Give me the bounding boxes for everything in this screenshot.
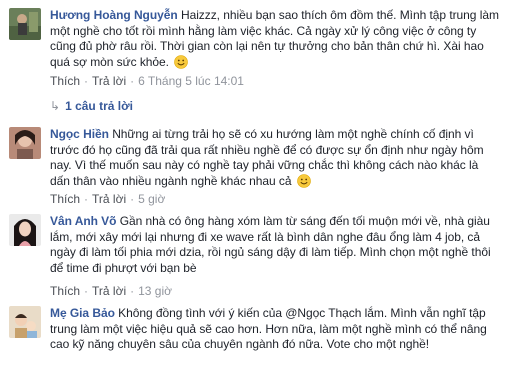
view-replies-link[interactable]: ↳ 1 câu trả lời — [50, 99, 133, 113]
timestamp[interactable]: 5 giờ — [138, 192, 165, 206]
comment-text: Gần nhà có ông hàng xóm làm từ sáng đến … — [50, 214, 491, 275]
reply-link[interactable]: Trả lời — [92, 284, 126, 298]
like-link[interactable]: Thích — [50, 284, 80, 298]
timestamp[interactable]: 6 Tháng 5 lúc 14:01 — [138, 74, 244, 88]
reply-link[interactable]: Trả lời — [92, 74, 126, 88]
comment-author[interactable]: Vân Anh Võ — [50, 214, 116, 228]
comment-content: Hương Hoàng Nguyễn Haizzz, nhiều bạn sao… — [50, 8, 499, 70]
avatar[interactable] — [9, 214, 41, 246]
like-link[interactable]: Thích — [50, 192, 80, 206]
like-link[interactable]: Thích — [50, 74, 80, 88]
avatar[interactable] — [9, 8, 41, 40]
comment-actions: Thích · Trả lời · 6 Tháng 5 lúc 14:01 — [50, 74, 244, 88]
comment-content: Mẹ Gia Bảo Không đồng tình với ý kiến củ… — [50, 306, 499, 353]
comment-text: Không đồng tình với ý kiến của @Ngọc Thạ… — [50, 306, 487, 351]
separator-dot: · — [130, 284, 135, 298]
comment-author[interactable]: Mẹ Gia Bảo — [50, 306, 115, 320]
separator-dot: · — [130, 192, 135, 206]
comment-text: Những ai từng trải họ sẽ có xu hướng làm… — [50, 127, 484, 188]
separator-dot: · — [130, 74, 135, 88]
avatar[interactable] — [9, 127, 41, 159]
separator-dot: · — [84, 74, 89, 88]
avatar-image — [9, 8, 41, 40]
separator-dot: · — [84, 284, 89, 298]
separator-dot: · — [84, 192, 89, 206]
avatar-image — [9, 127, 41, 159]
reply-link[interactable]: Trả lời — [92, 192, 126, 206]
replies-count-label: 1 câu trả lời — [65, 99, 133, 113]
comment-actions: Thích · Trả lời · 13 giờ — [50, 284, 172, 298]
avatar-image — [9, 214, 41, 246]
avatar-image — [9, 306, 41, 338]
reply-arrow-icon: ↳ — [50, 99, 61, 113]
comment-author[interactable]: Ngọc Hiền — [50, 127, 109, 141]
comment-thread: Hương Hoàng Nguyễn Haizzz, nhiều bạn sao… — [0, 0, 507, 373]
avatar[interactable] — [9, 306, 41, 338]
smiley-emoji-icon — [174, 54, 189, 69]
comment-content: Ngọc Hiền Những ai từng trải họ sẽ có xu… — [50, 127, 499, 189]
smiley-emoji-icon — [296, 173, 311, 188]
comment-author[interactable]: Hương Hoàng Nguyễn — [50, 8, 178, 22]
timestamp[interactable]: 13 giờ — [138, 284, 172, 298]
comment-actions: Thích · Trả lời · 5 giờ — [50, 192, 165, 206]
comment-content: Vân Anh Võ Gần nhà có ông hàng xóm làm t… — [50, 214, 499, 276]
